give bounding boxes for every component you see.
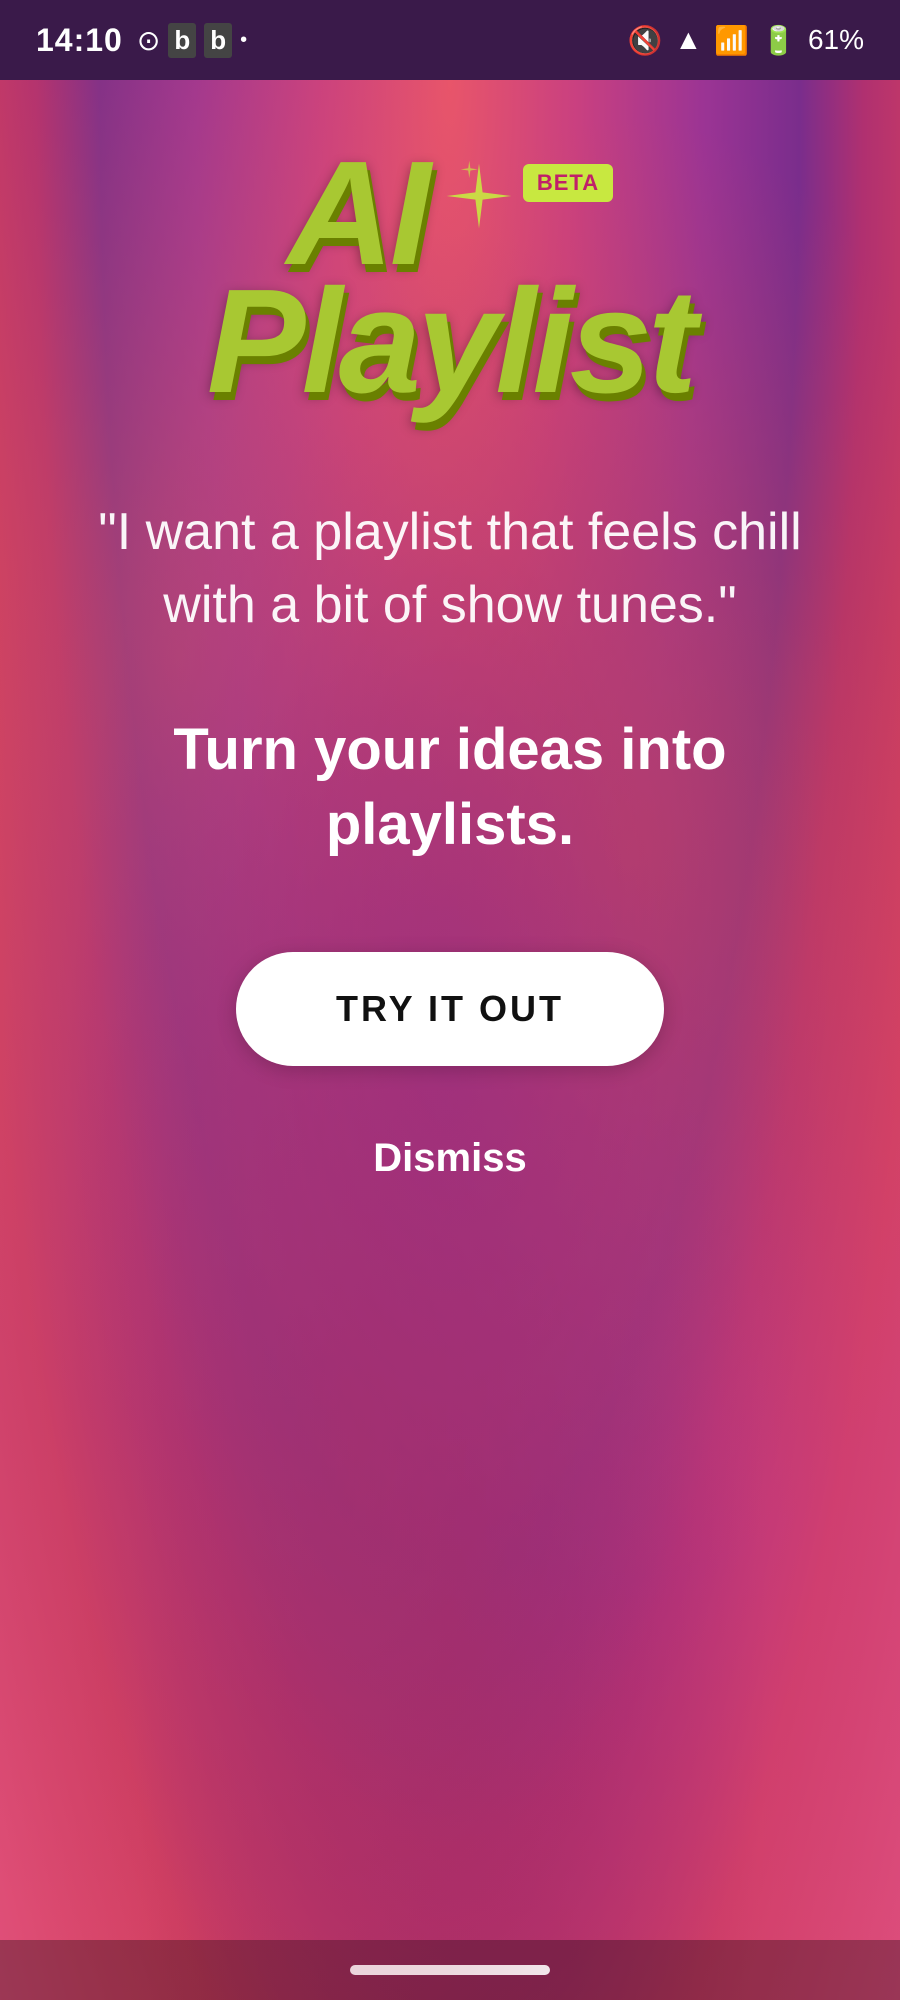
ai-logo-text: AI xyxy=(287,140,427,288)
app-icon-1: ⊙ xyxy=(137,24,160,57)
app-icon-2: b xyxy=(168,23,196,58)
tagline-text: Turn your ideas into playlists. xyxy=(0,712,900,863)
quote-text: "I want a playlist that feels chill with… xyxy=(0,496,900,642)
status-bar-right: 🔇 ▲ 📶 🔋 61% xyxy=(628,24,864,57)
battery-icon: 🔋 xyxy=(761,24,796,57)
status-bar: 14:10 ⊙ b b • 🔇 ▲ 📶 🔋 61% xyxy=(0,0,900,80)
playlist-logo-text: Playlist xyxy=(207,268,693,416)
dismiss-link[interactable]: Dismiss xyxy=(373,1136,526,1181)
dot-indicator: • xyxy=(240,29,247,52)
beta-badge: BETA xyxy=(523,164,613,202)
mute-icon: 🔇 xyxy=(628,24,663,57)
wifi-icon: ▲ xyxy=(674,24,702,56)
status-icons-left: ⊙ b b • xyxy=(137,23,247,58)
main-content: AI BETA Playlist "I want a playlist that… xyxy=(0,80,900,2000)
battery-percentage: 61% xyxy=(808,24,864,56)
status-time: 14:10 xyxy=(36,22,123,59)
logo-container: AI BETA Playlist xyxy=(207,140,693,416)
sparkle-icon xyxy=(443,160,515,232)
status-bar-left: 14:10 ⊙ b b • xyxy=(36,22,247,59)
app-icon-3: b xyxy=(204,23,232,58)
content-wrapper: AI BETA Playlist "I want a playlist that… xyxy=(0,80,900,2000)
sparkle-container: BETA xyxy=(443,160,613,232)
try-it-out-button[interactable]: TRY IT OUT xyxy=(236,952,664,1066)
signal-icon: 📶 xyxy=(714,24,749,57)
ai-line: AI BETA xyxy=(287,140,613,288)
